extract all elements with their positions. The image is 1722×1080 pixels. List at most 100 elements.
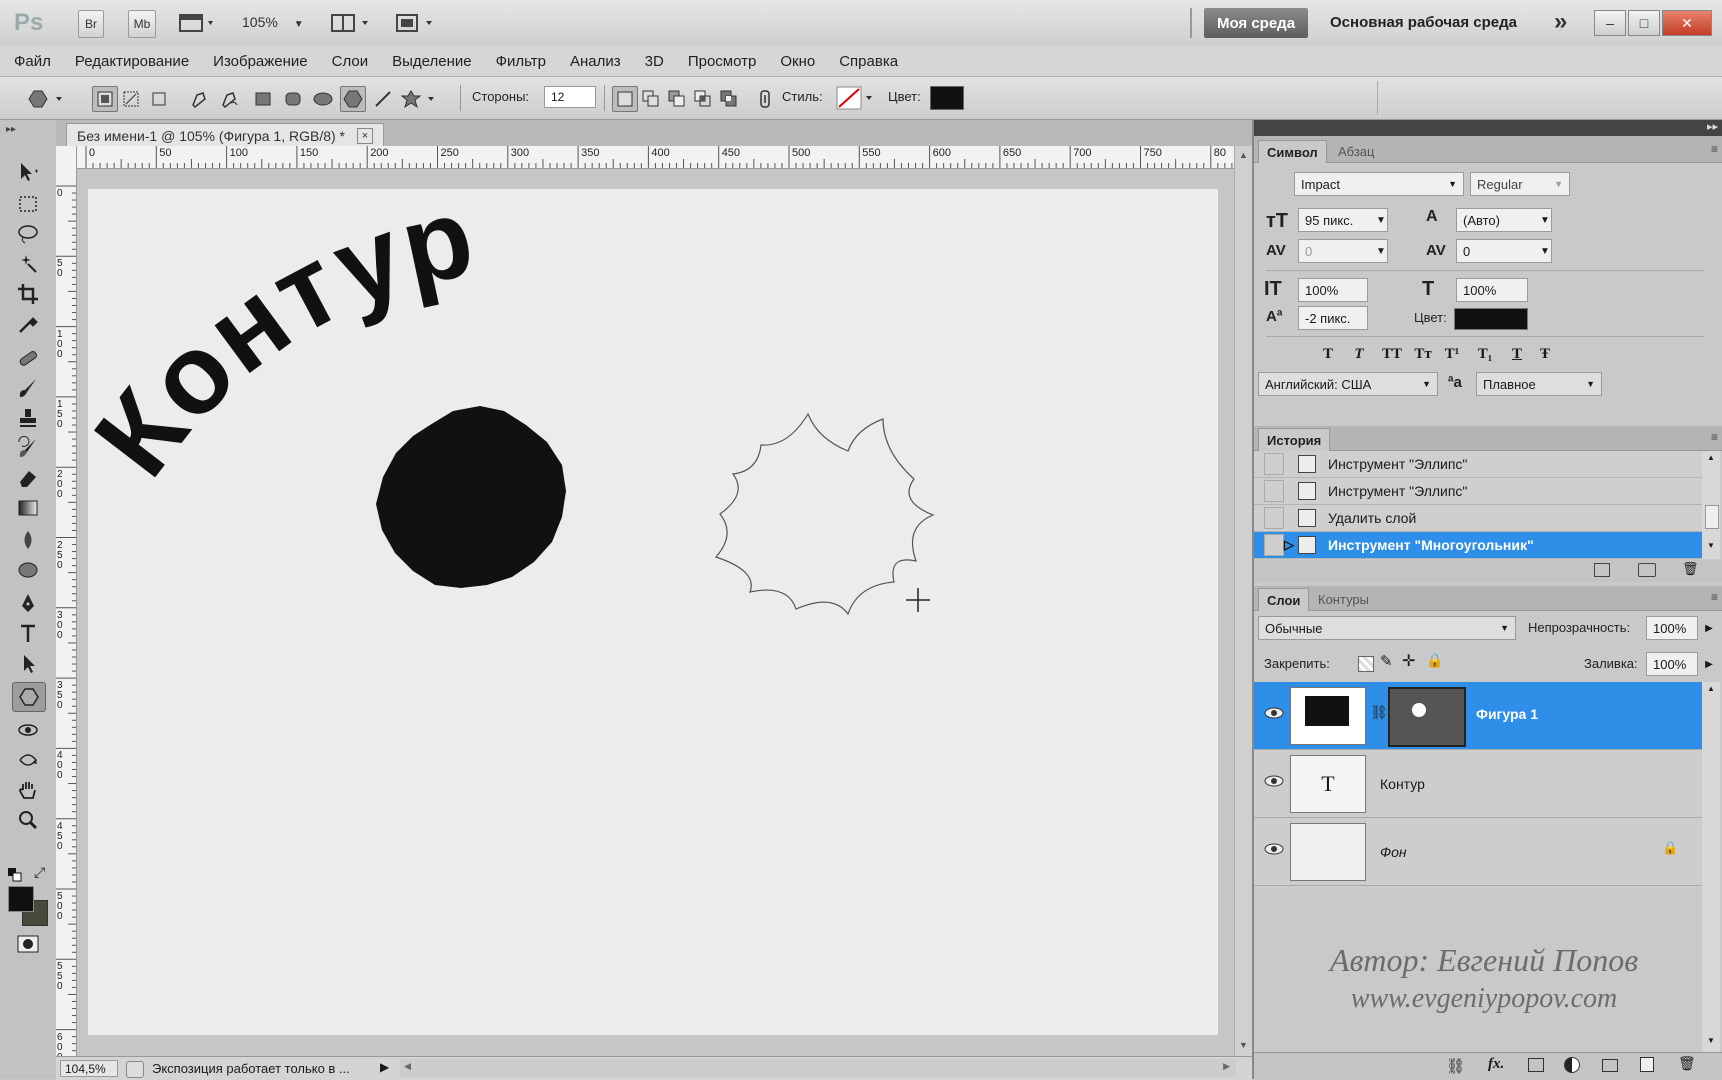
3d-rotate-tool-icon[interactable]: [12, 716, 44, 744]
default-colors-icon[interactable]: [8, 868, 22, 882]
scroll-up-icon[interactable]: ▲: [1707, 684, 1715, 693]
polygon-tool-icon[interactable]: [12, 682, 46, 712]
document-tab[interactable]: Без имени-1 @ 105% (Фигура 1, RGB/8) * ×: [66, 123, 385, 147]
horizontal-scale-input[interactable]: 100%: [1456, 278, 1528, 302]
scroll-down-icon[interactable]: ▼: [1707, 541, 1715, 550]
new-layer-icon[interactable]: [1640, 1057, 1654, 1072]
swap-colors-icon[interactable]: ⤢: [34, 864, 45, 881]
zoom-tool-icon[interactable]: [12, 806, 44, 834]
panel-menu-icon[interactable]: ≡: [1711, 430, 1718, 444]
text-color-swatch[interactable]: [1454, 308, 1528, 330]
rounded-rectangle-icon[interactable]: [280, 86, 306, 112]
scroll-thumb[interactable]: [1705, 505, 1719, 529]
new-shape-layer-icon[interactable]: [612, 86, 638, 112]
lock-image-icon[interactable]: ✎: [1380, 652, 1393, 670]
eraser-tool-icon[interactable]: [12, 464, 44, 492]
move-tool-icon[interactable]: [12, 158, 44, 186]
panel-menu-icon[interactable]: ≡: [1711, 142, 1718, 156]
font-style-select[interactable]: Regular ▼: [1470, 172, 1570, 196]
delete-layer-icon[interactable]: 🗑: [1678, 1055, 1696, 1072]
menu-filter[interactable]: Фильтр: [496, 53, 546, 70]
toolbar-grip[interactable]: ▸▸: [6, 124, 16, 135]
stamp-tool-icon[interactable]: [12, 404, 44, 432]
lasso-tool-icon[interactable]: [12, 220, 44, 248]
zoom-status-field[interactable]: 104,5%: [60, 1060, 118, 1077]
kerning-dropdown-icon[interactable]: ▼: [1372, 240, 1390, 262]
layer-fill-thumbnail[interactable]: [1290, 687, 1366, 745]
tab-layers[interactable]: Слои: [1258, 588, 1310, 611]
close-button[interactable]: ✕: [1662, 10, 1712, 36]
scroll-up-icon[interactable]: ▲: [1707, 453, 1715, 462]
small-caps-button[interactable]: Tт: [1408, 346, 1438, 368]
path-select-tool-icon[interactable]: [12, 650, 44, 678]
menu-select[interactable]: Выделение: [392, 53, 471, 70]
all-caps-button[interactable]: TT: [1376, 346, 1408, 368]
layer-link-icon[interactable]: ⛓: [1370, 704, 1388, 721]
menu-view[interactable]: Просмотр: [688, 53, 757, 70]
menu-edit[interactable]: Редактирование: [75, 53, 189, 70]
history-item-selected[interactable]: ▷ Инструмент "Многоугольник": [1254, 532, 1702, 559]
new-document-from-state-icon[interactable]: [1594, 563, 1610, 577]
workspace-my-button[interactable]: Моя среда: [1204, 8, 1308, 38]
history-scrollbar[interactable]: ▲ ▼: [1702, 451, 1720, 559]
history-item[interactable]: Инструмент "Эллипс": [1254, 478, 1702, 505]
hand-tool-icon[interactable]: [12, 776, 44, 804]
scroll-left-icon[interactable]: ◀: [404, 1061, 411, 1072]
subscript-button[interactable]: T₁: [1466, 346, 1504, 368]
paths-mode-button[interactable]: [118, 86, 144, 112]
layer-name[interactable]: Контур: [1380, 776, 1425, 792]
fill-input[interactable]: 100%: [1646, 652, 1698, 676]
custom-shape-icon[interactable]: [400, 86, 442, 112]
document-canvas[interactable]: Контур: [88, 189, 1218, 1035]
menu-layers[interactable]: Слои: [332, 53, 368, 70]
menu-3d[interactable]: 3D: [645, 53, 664, 70]
canvas-vertical-scrollbar[interactable]: ▲ ▼: [1234, 146, 1253, 1060]
line-shape-icon[interactable]: [370, 86, 396, 112]
scroll-down-icon[interactable]: ▼: [1239, 1040, 1248, 1050]
visibility-eye-icon[interactable]: [1264, 706, 1284, 720]
eyedropper-tool-icon[interactable]: [12, 310, 44, 338]
layer-name[interactable]: Фон: [1380, 844, 1407, 860]
link-layers-icon[interactable]: ⛓: [1446, 1057, 1465, 1075]
status-info-icon[interactable]: [126, 1061, 144, 1078]
layer-row-shape-1[interactable]: ⛓ Фигура 1: [1254, 682, 1702, 750]
lock-transparency-icon[interactable]: [1358, 656, 1374, 672]
ellipse-shape-icon[interactable]: [310, 86, 336, 112]
maximize-button[interactable]: □: [1628, 10, 1660, 36]
fill-slider-arrow-icon[interactable]: ▶: [1700, 653, 1718, 675]
fill-pixels-mode-button[interactable]: [146, 86, 172, 112]
layer-vector-mask-thumbnail[interactable]: [1388, 687, 1466, 747]
anti-alias-select[interactable]: Плавное ▼: [1476, 372, 1602, 396]
tab-character[interactable]: Символ: [1258, 140, 1327, 163]
history-item[interactable]: Инструмент "Эллипс": [1254, 451, 1702, 478]
dodge-tool-icon[interactable]: [12, 556, 44, 584]
vertical-scale-input[interactable]: 100%: [1298, 278, 1368, 302]
freeform-pen-icon[interactable]: [216, 86, 242, 112]
superscript-button[interactable]: T¹: [1438, 346, 1466, 368]
pen-tool-sidebar-icon[interactable]: [12, 590, 44, 618]
add-to-shape-icon[interactable]: [638, 86, 664, 112]
link-style-icon[interactable]: [752, 86, 778, 112]
history-checkbox[interactable]: [1264, 480, 1284, 502]
tab-history[interactable]: История: [1258, 428, 1331, 451]
menu-file[interactable]: Файл: [14, 53, 51, 70]
mini-bridge-button[interactable]: Mb: [128, 10, 156, 38]
font-family-select[interactable]: Impact ▼: [1294, 172, 1464, 196]
new-group-icon[interactable]: [1602, 1059, 1618, 1072]
visibility-eye-icon[interactable]: [1264, 774, 1284, 788]
canvas-horizontal-scrollbar[interactable]: ◀ ▶: [400, 1059, 1236, 1077]
opacity-slider-arrow-icon[interactable]: ▶: [1700, 617, 1718, 639]
tool-preset-picker[interactable]: [20, 86, 70, 112]
minimize-button[interactable]: –: [1594, 10, 1626, 36]
subtract-shape-icon[interactable]: [664, 86, 690, 112]
gradient-tool-icon[interactable]: [12, 494, 44, 522]
workspace-main-button[interactable]: Основная рабочая среда: [1330, 14, 1517, 31]
type-tool-icon[interactable]: [12, 620, 44, 648]
shape-layers-mode-button[interactable]: [92, 86, 118, 112]
layer-row-text[interactable]: T Контур: [1254, 750, 1702, 818]
scroll-up-icon[interactable]: ▲: [1239, 150, 1248, 160]
3d-orbit-tool-icon[interactable]: [12, 746, 44, 774]
collapse-panels-icon[interactable]: ▸▸: [1707, 120, 1718, 133]
layer-row-background[interactable]: Фон 🔒: [1254, 818, 1702, 886]
history-checkbox[interactable]: [1264, 534, 1284, 556]
